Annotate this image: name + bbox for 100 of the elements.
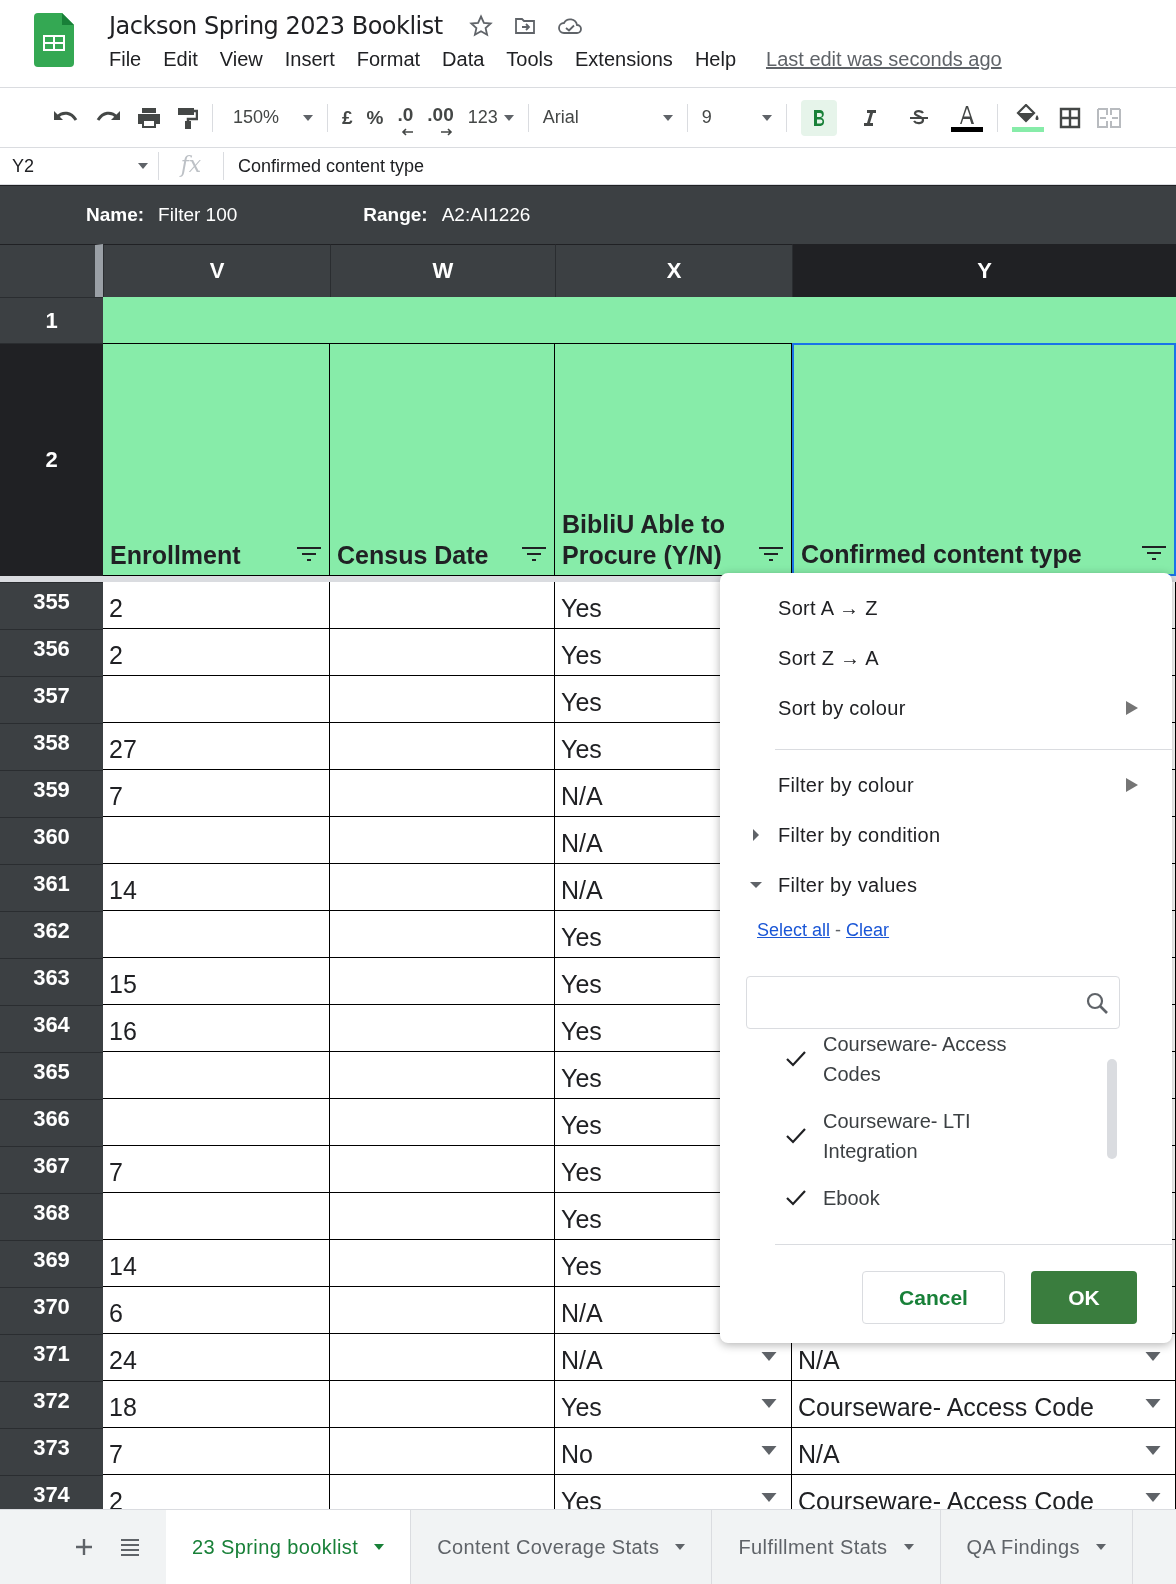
table-cell[interactable] xyxy=(103,676,330,723)
filter-icon[interactable] xyxy=(759,547,783,561)
menu-item[interactable]: Tools xyxy=(506,48,554,71)
table-cell[interactable] xyxy=(330,1052,555,1099)
dropdown-arrow-icon[interactable] xyxy=(1145,1446,1161,1455)
table-cell[interactable] xyxy=(103,817,330,864)
table-cell[interactable] xyxy=(330,770,555,817)
dropdown-arrow-icon[interactable] xyxy=(761,1352,777,1361)
table-cell[interactable] xyxy=(330,1005,555,1052)
table-cell[interactable] xyxy=(330,958,555,1005)
row-header[interactable]: 363 xyxy=(0,958,103,1005)
menu-item[interactable]: Extensions xyxy=(575,48,673,71)
row-header[interactable]: 355 xyxy=(0,582,103,629)
menu-item[interactable]: View xyxy=(219,48,263,71)
menu-item[interactable]: Data xyxy=(442,48,485,71)
menu-item[interactable]: Format xyxy=(356,48,421,71)
sheet-tab[interactable]: 23 Spring booklist xyxy=(166,1510,412,1584)
header-cell[interactable]: BibliU Able to Procure (Y/N) xyxy=(555,343,792,576)
row-header[interactable]: 374 xyxy=(0,1475,103,1509)
paint-format-icon[interactable] xyxy=(176,105,198,130)
column-header[interactable]: X xyxy=(555,244,792,297)
last-edit-link[interactable]: Last edit was seconds ago xyxy=(766,48,1002,71)
menu-item[interactable]: Edit xyxy=(163,48,198,71)
list-icon[interactable] xyxy=(120,1538,140,1556)
table-cell[interactable]: 7 xyxy=(103,1428,330,1475)
font-size-dropdown[interactable]: 9 xyxy=(701,107,772,128)
column-header[interactable]: V xyxy=(103,244,330,297)
dropdown-arrow-icon[interactable] xyxy=(1145,1493,1161,1502)
column-header[interactable]: Y xyxy=(792,244,1176,297)
table-cell[interactable]: Courseware- Access Code xyxy=(792,1381,1176,1428)
bold-button[interactable] xyxy=(800,99,837,136)
table-cell[interactable] xyxy=(330,1146,555,1193)
star-icon[interactable] xyxy=(468,14,493,38)
dropdown-arrow-icon[interactable] xyxy=(761,1446,777,1455)
clear-link[interactable]: Clear xyxy=(846,919,890,941)
row-header[interactable]: 364 xyxy=(0,1005,103,1052)
row-header[interactable]: 2 xyxy=(0,343,103,576)
table-cell[interactable] xyxy=(103,1099,330,1146)
name-box[interactable]: Y2 xyxy=(0,152,159,180)
percent-button[interactable]: % xyxy=(366,106,384,129)
dropdown-arrow-icon[interactable] xyxy=(1145,1352,1161,1361)
sheet-tab[interactable]: QA Findings xyxy=(940,1510,1133,1584)
row-header[interactable]: 361 xyxy=(0,864,103,911)
table-cell[interactable] xyxy=(330,723,555,770)
row-header[interactable]: 1 xyxy=(0,297,103,343)
cancel-button[interactable]: Cancel xyxy=(862,1271,1005,1324)
decrease-decimals-button[interactable]: .0 xyxy=(397,103,414,132)
table-cell[interactable]: 14 xyxy=(103,864,330,911)
table-cell[interactable]: 14 xyxy=(103,1240,330,1287)
borders-icon[interactable] xyxy=(1057,105,1082,130)
increase-decimals-button[interactable]: .00 xyxy=(427,103,454,132)
print-icon[interactable] xyxy=(136,105,162,130)
table-cell[interactable]: 7 xyxy=(103,1146,330,1193)
row-header[interactable]: 360 xyxy=(0,817,103,864)
row-header[interactable]: 369 xyxy=(0,1240,103,1287)
table-cell[interactable]: 24 xyxy=(103,1334,330,1381)
menu-item[interactable]: File xyxy=(109,48,142,71)
sheet-tab[interactable]: Fulfillment Stats xyxy=(712,1510,941,1584)
table-cell[interactable] xyxy=(103,1193,330,1240)
filter-range[interactable]: A2:AI1226 xyxy=(441,204,531,226)
formula-field[interactable]: Confirmed content type xyxy=(224,155,425,177)
table-cell[interactable]: 15 xyxy=(103,958,330,1005)
table-cell[interactable] xyxy=(330,1287,555,1334)
scrollbar-thumb[interactable] xyxy=(1107,1059,1117,1159)
row-header[interactable]: 359 xyxy=(0,770,103,817)
header-cell[interactable]: Enrollment xyxy=(103,343,330,576)
row-header[interactable]: 357 xyxy=(0,676,103,723)
search-field[interactable] xyxy=(746,976,1120,1029)
table-cell[interactable] xyxy=(330,1428,555,1475)
fill-colour-button[interactable] xyxy=(1011,103,1044,132)
table-cell[interactable]: 18 xyxy=(103,1381,330,1428)
menu-item[interactable]: Help xyxy=(694,48,736,71)
table-cell[interactable] xyxy=(103,1052,330,1099)
table-cell[interactable] xyxy=(330,1193,555,1240)
number-format-dropdown[interactable]: 123 xyxy=(467,107,514,128)
table-cell[interactable] xyxy=(330,911,555,958)
table-cell[interactable] xyxy=(103,911,330,958)
sheet-tab[interactable]: Content Coverage Stats xyxy=(411,1510,713,1584)
menu-item[interactable]: Insert xyxy=(284,48,335,71)
ok-button[interactable]: OK xyxy=(1031,1271,1137,1324)
row-header[interactable]: 370 xyxy=(0,1287,103,1334)
table-cell[interactable] xyxy=(330,1381,555,1428)
table-cell[interactable]: 6 xyxy=(103,1287,330,1334)
dropdown-arrow-icon[interactable] xyxy=(761,1399,777,1408)
document-title[interactable]: Jackson Spring 2023 Booklist xyxy=(109,12,443,40)
table-cell[interactable] xyxy=(330,582,555,629)
plus-icon[interactable] xyxy=(74,1537,94,1557)
text-colour-button[interactable] xyxy=(950,103,983,132)
table-cell[interactable]: 2 xyxy=(103,582,330,629)
table-cell[interactable]: Yes xyxy=(555,1381,792,1428)
table-cell[interactable] xyxy=(330,1240,555,1287)
table-cell[interactable]: 16 xyxy=(103,1005,330,1052)
table-cell[interactable] xyxy=(330,864,555,911)
row-header[interactable]: 371 xyxy=(0,1334,103,1381)
filter-icon[interactable] xyxy=(1142,546,1166,560)
currency-button[interactable]: £ xyxy=(342,106,353,129)
table-cell[interactable]: N/A xyxy=(792,1428,1176,1475)
filter-icon[interactable] xyxy=(522,547,546,561)
filter-name[interactable]: Filter 100 xyxy=(158,204,238,226)
zoom-dropdown[interactable]: 150% xyxy=(233,107,313,128)
